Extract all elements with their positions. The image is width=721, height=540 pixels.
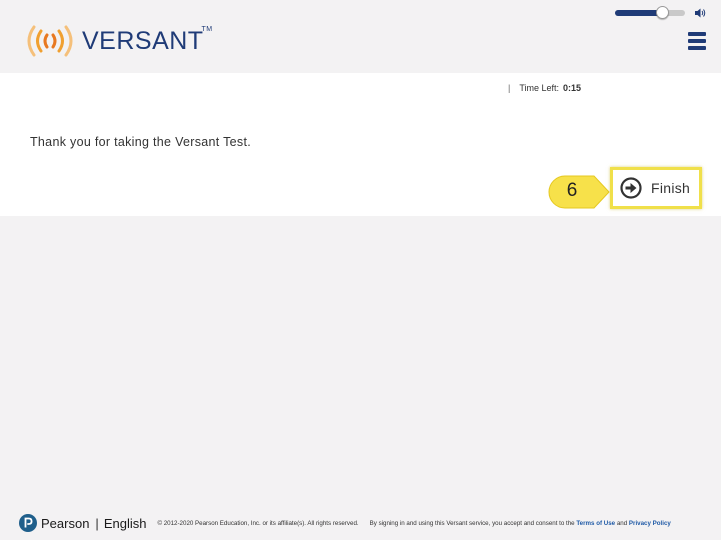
finish-label: Finish <box>651 180 691 196</box>
arrow-right-circle-icon <box>620 177 642 199</box>
versant-logo: VERSANT TM <box>22 24 212 58</box>
time-left-indicator: | Time Left: 0:15 <box>508 83 581 93</box>
english-brand: English <box>103 515 147 531</box>
step-number: 6 <box>566 180 578 201</box>
timer-separator: | <box>508 83 511 93</box>
volume-control[interactable] <box>615 6 710 20</box>
app-header: VERSANT TM <box>0 0 721 73</box>
consent-and: and <box>616 519 628 527</box>
logo-wordmark: VERSANT TM <box>82 26 212 56</box>
consent-prefix: By signing in and using this Versant ser… <box>369 519 575 527</box>
logo-text: VERSANT <box>82 26 204 55</box>
copyright-text: © 2012-2020 Pearson Education, Inc. or i… <box>157 519 359 527</box>
speaker-icon[interactable] <box>695 8 706 18</box>
consent-text: By signing in and using this Versant ser… <box>370 520 671 527</box>
time-left-label: Time Left: <box>519 83 560 93</box>
page-footer: Pearson | English © 2012-2020 Pearson Ed… <box>19 512 671 534</box>
volume-slider-knob[interactable] <box>656 6 669 19</box>
thank-you-message: Thank you for taking the Versant Test. <box>30 135 252 149</box>
time-left-value: 0:15 <box>563 83 582 93</box>
hamburger-menu-icon[interactable] <box>688 32 708 52</box>
brand-separator: | <box>95 515 99 531</box>
sound-waves-icon <box>27 25 73 57</box>
pearson-logo-icon <box>19 514 37 532</box>
trademark-mark: TM <box>201 25 213 33</box>
step-callout: 6 <box>548 174 612 215</box>
test-content-panel: | Time Left: 0:15 Thank you for taking the… <box>0 73 721 216</box>
terms-of-use-link[interactable]: Terms of Use <box>576 520 615 527</box>
pearson-brand: Pearson <box>41 515 90 531</box>
privacy-policy-link[interactable]: Privacy Policy <box>629 520 671 527</box>
finish-button[interactable]: Finish <box>610 167 702 209</box>
